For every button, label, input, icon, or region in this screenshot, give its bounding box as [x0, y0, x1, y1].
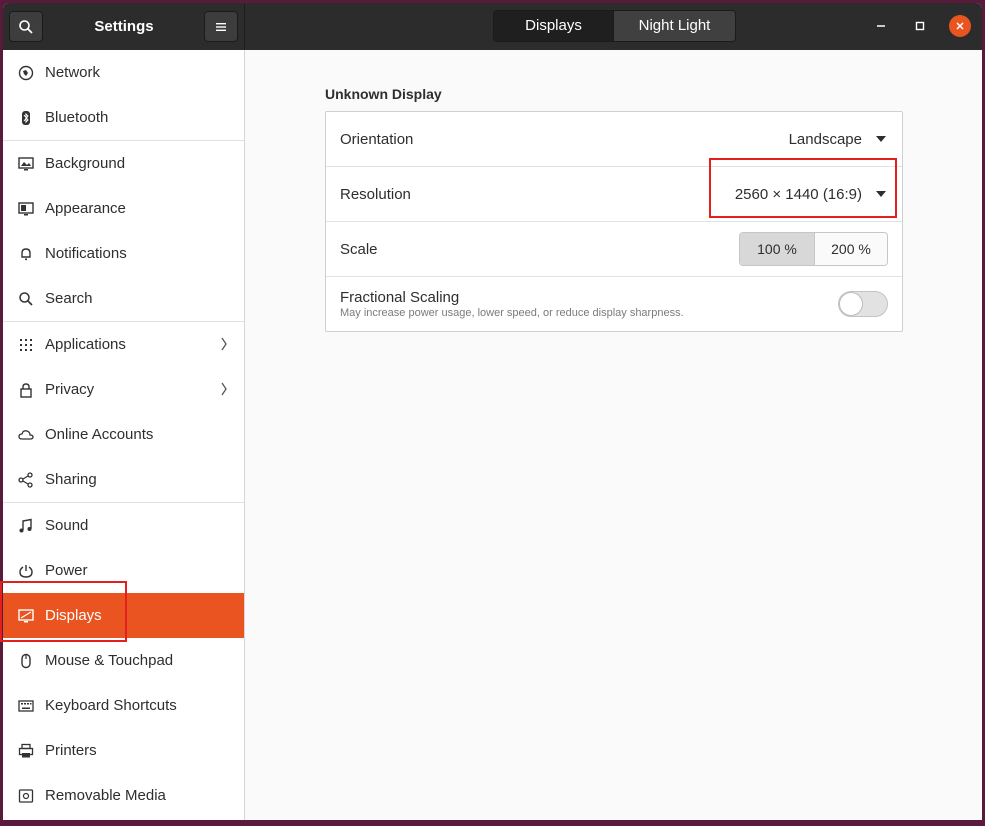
orientation-value[interactable]: Landscape: [789, 112, 862, 167]
sidebar-item-power[interactable]: Power: [3, 548, 244, 593]
sidebar-item-sharing[interactable]: Sharing: [3, 457, 244, 502]
search-icon: [17, 290, 35, 308]
cloud-icon: [17, 426, 35, 444]
minimize-icon: [877, 25, 885, 27]
bell-icon: [17, 245, 35, 263]
network-icon: [17, 64, 35, 82]
search-icon: [19, 19, 33, 34]
sidebar-item-label: Removable Media: [45, 787, 166, 804]
sidebar-item-label: Keyboard Shortcuts: [45, 697, 177, 714]
display-icon: [17, 607, 35, 625]
printer-icon: [17, 742, 35, 760]
sidebar-item-label: Sharing: [45, 471, 97, 488]
fractional-scaling-description: May increase power usage, lower speed, o…: [340, 307, 684, 319]
scale-toggle-group: 100 % 200 %: [739, 232, 888, 266]
app-title: Settings: [94, 18, 154, 35]
sidebar-item-displays[interactable]: Displays: [3, 593, 244, 638]
sidebar-item-search[interactable]: Search: [3, 276, 244, 321]
main-content: Unknown Display Orientation Landscape Re…: [246, 50, 982, 820]
sidebar-item-printers[interactable]: Printers: [3, 728, 244, 773]
background-icon: [17, 155, 35, 173]
sidebar-item-removable-media[interactable]: Removable Media: [3, 773, 244, 818]
dropdown-arrow-icon: [876, 191, 886, 197]
resolution-value[interactable]: 2560 × 1440 (16:9): [735, 167, 862, 222]
close-button[interactable]: [949, 15, 971, 37]
sidebar-item-privacy[interactable]: Privacy: [3, 367, 244, 412]
sidebar-item-applications[interactable]: Applications: [3, 322, 244, 367]
close-icon: [956, 22, 964, 30]
hamburger-icon: [216, 22, 226, 31]
sidebar-item-label: Power: [45, 562, 88, 579]
scale-200-button[interactable]: 200 %: [815, 233, 887, 265]
tab-night-light[interactable]: Night Light: [614, 11, 735, 41]
dropdown-arrow-icon: [876, 136, 886, 142]
fractional-scaling-label: Fractional Scaling: [340, 289, 460, 306]
scale-100-button[interactable]: 100 %: [740, 233, 815, 265]
fractional-scaling-switch[interactable]: [838, 291, 888, 317]
grid-icon: [17, 336, 35, 354]
maximize-button[interactable]: [909, 15, 931, 37]
sidebar-item-label: Mouse & Touchpad: [45, 652, 174, 669]
power-icon: [17, 562, 35, 580]
sidebar-item-label: Background: [45, 155, 126, 172]
sidebar-item-label: Bluetooth: [45, 109, 109, 126]
sidebar-item-label: Notifications: [45, 245, 127, 262]
display-settings-panel: Orientation Landscape Resolution 2560 × …: [325, 111, 903, 332]
keyboard-icon: [17, 697, 35, 715]
orientation-label: Orientation: [340, 131, 414, 148]
maximize-icon: [915, 21, 925, 31]
orientation-row[interactable]: Orientation Landscape: [326, 112, 902, 167]
sidebar-item-keyboard-shortcuts[interactable]: Keyboard Shortcuts: [3, 683, 244, 728]
appearance-icon: [17, 200, 35, 218]
menu-button[interactable]: [204, 11, 238, 42]
sidebar-item-label: Displays: [45, 607, 102, 624]
sidebar-item-label: Applications: [45, 336, 126, 353]
sidebar-item-background[interactable]: Background: [3, 141, 244, 186]
sidebar-item-label: Sound: [45, 517, 89, 534]
share-icon: [17, 471, 35, 489]
lock-icon: [17, 381, 35, 399]
sidebar-item-sound[interactable]: Sound: [3, 503, 244, 548]
scale-label: Scale: [340, 241, 378, 258]
sidebar-item-online-accounts[interactable]: Online Accounts: [3, 412, 244, 457]
header-bar: Settings Displays Night Light: [3, 3, 982, 50]
tab-displays[interactable]: Displays: [494, 11, 614, 41]
sidebar-item-label: Printers: [45, 742, 97, 759]
sidebar-item-appearance[interactable]: Appearance: [3, 186, 244, 231]
sidebar-item-label: Search: [45, 290, 93, 307]
mouse-icon: [17, 652, 35, 670]
sidebar-item-label: Online Accounts: [45, 426, 154, 443]
sidebar-item-label: Privacy: [45, 381, 95, 398]
chevron-right-icon: [221, 337, 227, 351]
minimize-button[interactable]: [870, 15, 892, 37]
fractional-scaling-row: Fractional Scaling May increase power us…: [326, 277, 902, 332]
resolution-row[interactable]: Resolution 2560 × 1440 (16:9): [326, 167, 902, 222]
bluetooth-icon: [17, 109, 35, 127]
header-left: Settings: [3, 3, 245, 50]
resolution-label: Resolution: [340, 186, 411, 203]
switch-knob: [839, 292, 863, 316]
sidebar-item-network[interactable]: Network: [3, 50, 244, 95]
display-name-heading: Unknown Display: [325, 86, 442, 102]
sidebar-item-mouse-touchpad[interactable]: Mouse & Touchpad: [3, 638, 244, 683]
sidebar: Network Bluetooth Background Appearance: [3, 50, 245, 820]
sidebar-item-label: Appearance: [45, 200, 126, 217]
search-button[interactable]: [9, 11, 43, 42]
media-icon: [17, 787, 35, 805]
sidebar-item-notifications[interactable]: Notifications: [3, 231, 244, 276]
view-switcher: Displays Night Light: [493, 10, 736, 42]
settings-window: Settings Displays Night Light Network Bl…: [3, 3, 982, 820]
sidebar-item-label: Network: [45, 64, 101, 81]
music-note-icon: [17, 517, 35, 535]
scale-row: Scale 100 % 200 %: [326, 222, 902, 277]
chevron-right-icon: [221, 382, 227, 396]
sidebar-item-bluetooth[interactable]: Bluetooth: [3, 95, 244, 140]
